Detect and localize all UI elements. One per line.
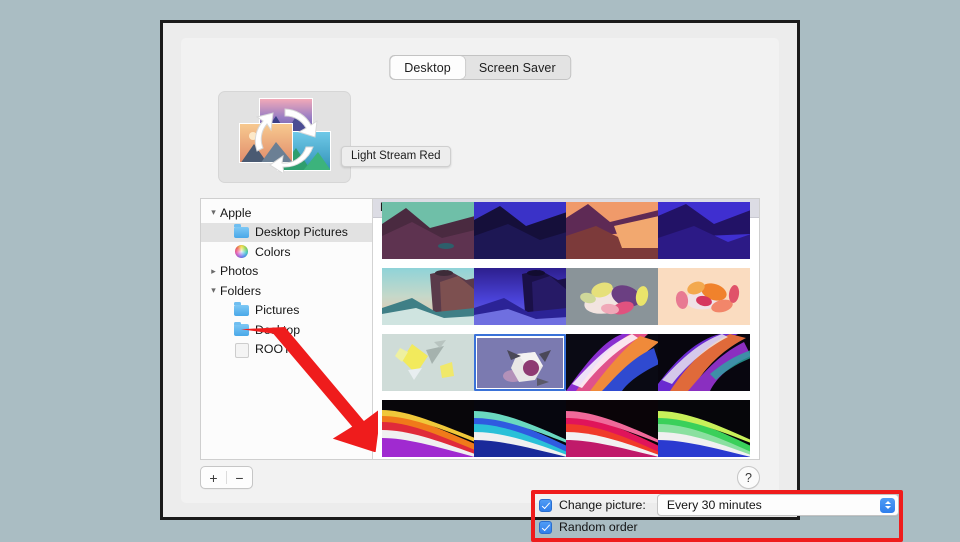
wallpaper-thumb-big-sur-coast-night[interactable] bbox=[474, 268, 566, 325]
source-list-footer: + − bbox=[200, 466, 253, 489]
wallpaper-tooltip-label: Light Stream Red bbox=[351, 150, 441, 162]
wallpaper-thumb-catalina-night[interactable] bbox=[658, 202, 750, 259]
wallpaper-thumb-light-stream-green[interactable] bbox=[658, 400, 750, 457]
sidebar-item-desktop[interactable]: Desktop bbox=[201, 320, 372, 340]
rotating-wallpaper-icon bbox=[237, 98, 333, 173]
help-button[interactable]: ? bbox=[737, 466, 760, 489]
color-wheel-icon bbox=[234, 245, 250, 259]
help-label: ? bbox=[745, 470, 752, 485]
sidebar-item-folders[interactable]: ▾ Folders bbox=[201, 281, 372, 301]
wallpaper-thumb-crystals-light[interactable] bbox=[382, 334, 474, 391]
remove-folder-button[interactable]: − bbox=[227, 467, 252, 488]
rotation-options: Change picture: Every 30 minutes Random … bbox=[539, 494, 899, 538]
tab-desktop[interactable]: Desktop bbox=[390, 56, 465, 79]
wallpaper-tooltip: Light Stream Red bbox=[341, 146, 451, 167]
folder-icon bbox=[234, 321, 250, 336]
wallpaper-thumb-light-stream-violet[interactable] bbox=[566, 334, 659, 391]
chevron-updown-icon[interactable] bbox=[880, 497, 895, 513]
tab-desktop-label: Desktop bbox=[404, 60, 451, 75]
source-and-gallery-split: ▾ Apple Desktop Pictures Colors ▸ Photos… bbox=[200, 198, 760, 460]
wallpaper-row bbox=[382, 334, 751, 391]
desktop-preview[interactable] bbox=[218, 91, 351, 183]
wallpaper-row bbox=[382, 400, 750, 457]
wallpaper-row bbox=[382, 268, 750, 325]
chevron-down-icon[interactable]: ▾ bbox=[207, 207, 220, 218]
cycle-arrows-icon bbox=[254, 108, 318, 173]
wallpaper-thumb-light-stream-blue[interactable] bbox=[474, 400, 566, 457]
tab-screen-saver[interactable]: Screen Saver bbox=[465, 56, 570, 79]
wallpaper-thumb-big-sur-coast-day[interactable] bbox=[382, 268, 474, 325]
random-order-row: Random order bbox=[539, 516, 899, 538]
wallpaper-gallery[interactable]: Desktop Pictures bbox=[373, 199, 759, 459]
change-picture-checkbox[interactable] bbox=[539, 498, 552, 512]
sidebar-item-label: Colors bbox=[255, 244, 291, 259]
sidebar-item-label: Desktop Pictures bbox=[255, 225, 348, 240]
wallpaper-thumb-pebbles-gray[interactable] bbox=[566, 268, 658, 325]
chevron-right-icon[interactable]: ▸ bbox=[207, 266, 220, 277]
sidebar-item-colors[interactable]: Colors bbox=[201, 242, 372, 262]
interval-popup-menu[interactable]: Every 30 minutes bbox=[656, 494, 899, 516]
wallpaper-thumb-big-sur-dusk[interactable] bbox=[382, 202, 474, 259]
sidebar-item-label: ROOTE bbox=[255, 342, 299, 357]
wallpaper-thumb-catalina-sunset[interactable] bbox=[566, 202, 658, 259]
tab-bar: Desktop Screen Saver bbox=[389, 55, 571, 80]
add-remove-group: + − bbox=[200, 466, 253, 489]
wallpaper-row bbox=[382, 202, 750, 259]
sidebar-item-roote[interactable]: ROOTE bbox=[201, 340, 372, 360]
add-folder-button[interactable]: + bbox=[201, 467, 226, 488]
add-folder-label: + bbox=[209, 469, 218, 486]
sidebar-item-pictures[interactable]: Pictures bbox=[201, 301, 372, 321]
blank-icon bbox=[234, 343, 250, 358]
remove-folder-label: − bbox=[235, 469, 244, 486]
wallpaper-thumb-light-stream-orange[interactable] bbox=[382, 400, 474, 457]
chevron-down-icon[interactable]: ▾ bbox=[207, 285, 220, 296]
interval-value: Every 30 minutes bbox=[666, 498, 762, 512]
random-order-checkbox[interactable] bbox=[539, 520, 552, 534]
wallpaper-thumb-light-stream-purple[interactable] bbox=[658, 334, 751, 391]
wallpaper-thumb-pebbles-peach[interactable] bbox=[658, 268, 750, 325]
wallpaper-thumb-hello-sphere[interactable] bbox=[473, 334, 567, 391]
sidebar-item-label: Folders bbox=[220, 283, 262, 298]
wallpaper-thumb-light-stream-red[interactable] bbox=[566, 400, 658, 457]
source-list[interactable]: ▾ Apple Desktop Pictures Colors ▸ Photos… bbox=[201, 199, 373, 459]
sidebar-item-label: Desktop bbox=[255, 322, 301, 337]
system-preferences-window: Desktop Screen Saver Light Stream Red ▾ … bbox=[160, 20, 903, 542]
sidebar-item-label: Photos bbox=[220, 264, 259, 279]
change-picture-label: Change picture: bbox=[559, 498, 646, 512]
sidebar-item-label: Apple bbox=[220, 205, 252, 220]
desktop-preferences-panel: Desktop Screen Saver Light Stream Red ▾ … bbox=[181, 38, 903, 542]
sidebar-item-apple[interactable]: ▾ Apple bbox=[201, 203, 372, 223]
folder-icon bbox=[234, 224, 250, 239]
tab-screen-saver-label: Screen Saver bbox=[478, 60, 556, 75]
sidebar-item-label: Pictures bbox=[255, 303, 300, 318]
change-picture-row: Change picture: Every 30 minutes bbox=[539, 494, 899, 516]
wallpaper-thumb-big-sur-night[interactable] bbox=[474, 202, 566, 259]
wallpaper-grid bbox=[373, 202, 759, 459]
sidebar-item-photos[interactable]: ▸ Photos bbox=[201, 262, 372, 282]
sidebar-item-desktop-pictures[interactable]: Desktop Pictures bbox=[201, 222, 372, 242]
folder-icon bbox=[234, 302, 250, 317]
random-order-label: Random order bbox=[559, 520, 638, 534]
